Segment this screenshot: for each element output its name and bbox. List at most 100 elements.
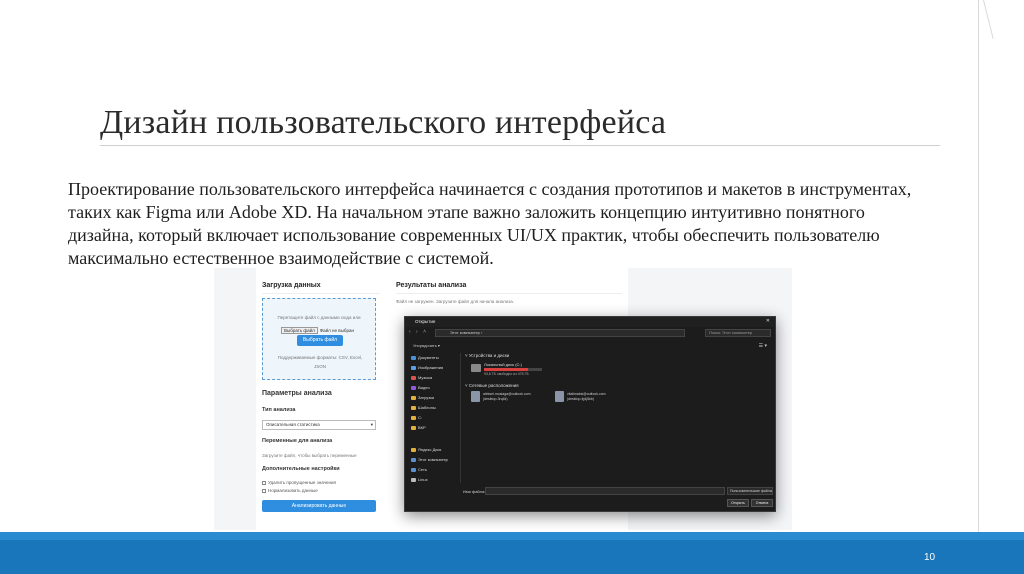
dialog-sidebar-item[interactable]: Музыка xyxy=(411,375,432,380)
drive-free-space: 93,6 ГБ свободно из 475 ГБ xyxy=(484,372,529,376)
dialog-sidebar-label: Загрузки xyxy=(418,395,435,400)
slide-body-text: Проектирование пользовательского интерфе… xyxy=(68,179,912,268)
results-heading: Результаты анализа xyxy=(396,282,467,289)
dialog-search-input[interactable]: Поиск: Этот компьютер xyxy=(705,329,771,337)
analysis-type-select[interactable]: Описательная статистика ▾ xyxy=(262,420,376,430)
filename-input[interactable] xyxy=(485,487,725,495)
params-heading: Параметры анализа xyxy=(262,390,332,397)
drive-usage-fill xyxy=(484,368,528,371)
dialog-sidebar-item[interactable]: Изображения xyxy=(411,365,443,370)
no-file-text: Файл не выбран xyxy=(319,328,354,333)
drive-usage-bar xyxy=(484,368,542,371)
extra-settings-label: Дополнительные настройки xyxy=(262,466,340,472)
choose-file-native-button[interactable]: Выбрать файл xyxy=(281,327,318,334)
dialog-sidebar-item[interactable]: Linux xyxy=(411,477,428,482)
dialog-sidebar-label: Linux xyxy=(418,477,428,482)
dialog-sidebar-item[interactable]: Видео xyxy=(411,385,430,390)
variables-note: Загрузите файл, чтобы выбрать переменные xyxy=(262,453,357,458)
network-location-2-line2: (desktop-fg4j5kb) xyxy=(567,397,595,401)
dialog-sidebar-item[interactable]: Сеть xyxy=(411,467,427,472)
folder-icon xyxy=(411,477,416,482)
folder-icon xyxy=(411,415,416,420)
network-location-2[interactable]: vitalimaksi@outlook.com (desktop-fg4j5kb… xyxy=(555,391,635,407)
file-open-dialog: Открытие ✕ ‹ › ˄ Этот компьютер › Поиск:… xyxy=(404,316,776,512)
drive-c-item[interactable]: Локальный диск (C:) 93,6 ГБ свободно из … xyxy=(471,362,561,378)
file-dropzone[interactable]: Перетащите файл с данными сюда или Выбра… xyxy=(262,298,376,380)
variables-label: Переменные для анализа xyxy=(262,438,333,444)
dialog-sidebar-label: Изображения xyxy=(418,365,444,370)
dialog-title: Открытие xyxy=(415,319,436,324)
title-divider xyxy=(100,145,940,146)
slide-title: Дизайн пользовательского интерфейса xyxy=(100,104,667,141)
dialog-sidebar-item[interactable]: C: xyxy=(411,415,422,420)
organize-menu[interactable]: Упорядочить ▾ xyxy=(413,343,440,348)
checkbox-box[interactable] xyxy=(262,480,266,485)
devices-group-header[interactable]: ˅ Устройства и диски xyxy=(465,353,509,358)
cancel-button[interactable]: Отмена xyxy=(751,499,773,507)
dialog-sidebar-item[interactable]: Загрузки xyxy=(411,395,434,400)
dialog-sidebar-item[interactable]: Яндекс Диск xyxy=(411,447,441,452)
filename-label: Имя файла: xyxy=(463,489,486,494)
dialog-titlebar: Открытие ✕ xyxy=(405,317,775,327)
supported-formats: Поддерживаемые форматы: CSV, Excel, JSON xyxy=(273,353,367,371)
dialog-sidebar-label: Документы xyxy=(418,355,439,360)
remove-missing-checkbox[interactable]: Удалить пропущенные значения xyxy=(262,480,336,485)
view-options-icon[interactable]: ☰ ▾ xyxy=(759,343,767,349)
folder-icon xyxy=(411,425,416,430)
dialog-sidebar-label: Сеть xyxy=(418,467,427,472)
dialog-sidebar-label: Шаблоны xyxy=(418,405,436,410)
folder-icon xyxy=(411,395,416,400)
normalize-checkbox[interactable]: Нормализовать данные xyxy=(262,488,318,493)
choose-file-button[interactable]: Выбрать файл xyxy=(297,335,343,346)
dialog-sidebar-item[interactable]: Шаблоны xyxy=(411,405,436,410)
dialog-sidebar-item[interactable]: Документы xyxy=(411,355,439,360)
folder-icon xyxy=(411,375,416,380)
dialog-sidebar-label: Музыка xyxy=(418,375,433,380)
close-icon[interactable]: ✕ xyxy=(766,318,770,324)
drive-icon xyxy=(471,364,481,372)
address-bar[interactable]: Этот компьютер › xyxy=(435,329,685,337)
analysis-type-label: Тип анализа xyxy=(262,407,296,413)
dialog-sidebar-label: C: xyxy=(418,415,422,420)
folder-icon xyxy=(411,365,416,370)
folder-icon xyxy=(411,385,416,390)
folder-icon xyxy=(411,467,416,472)
drive-name: Локальный диск (C:) xyxy=(484,362,522,367)
upload-heading: Загрузка данных xyxy=(262,282,321,289)
open-button[interactable]: Открыть xyxy=(727,499,749,507)
results-note: Файл не загружен. Загрузите файл для нач… xyxy=(396,299,515,304)
dialog-sidebar-label: Этот компьютер xyxy=(418,457,448,462)
file-input-row[interactable]: Выбрать файл Файл не выбран xyxy=(281,327,354,334)
network-location-1-line2: (desktop-3rq4k) xyxy=(483,397,508,401)
footer-bar xyxy=(0,540,1024,574)
dialog-main-area: ˅ Устройства и диски Локальный диск (C:)… xyxy=(465,353,765,483)
network-location-2-name: vitalimaksi@outlook.com (desktop-fg4j5kb… xyxy=(567,392,606,402)
folder-icon xyxy=(411,447,416,452)
dropzone-hint: Перетащите файл с данными сюда или xyxy=(277,315,361,320)
embedded-app-screenshot: Загрузка данных Перетащите файл с данным… xyxy=(214,268,792,530)
network-group-header[interactable]: ˅ Сетевые расположения xyxy=(465,383,519,388)
upload-divider xyxy=(262,293,380,294)
chevron-down-icon: ▾ xyxy=(370,422,373,427)
folder-icon xyxy=(411,457,416,462)
checkbox-box[interactable] xyxy=(262,488,266,493)
network-drive-icon xyxy=(471,391,480,402)
dialog-sidebar-label: Яндекс Диск xyxy=(418,447,442,452)
results-divider xyxy=(396,293,622,294)
dialog-sidebar-item[interactable]: Этот компьютер xyxy=(411,457,448,462)
footer-accent-bar xyxy=(0,532,1024,540)
formats-line-1: Поддерживаемые форматы: CSV, Excel, xyxy=(277,355,363,360)
folder-icon xyxy=(411,355,416,360)
dialog-sidebar: Документы Изображения Музыка Видео Загрузки Ш… xyxy=(411,353,461,483)
dialog-sidebar-label: ВКР xyxy=(418,425,426,430)
upload-panel: Загрузка данных Перетащите файл с данным… xyxy=(256,268,390,530)
slide-corner-frame xyxy=(978,0,1024,574)
dialog-sidebar-item[interactable]: ВКР xyxy=(411,425,426,430)
network-location-1[interactable]: aleksei.mosiaga@outlook.com (desktop-3rq… xyxy=(471,391,551,407)
analyze-button[interactable]: Анализировать данные xyxy=(262,500,376,512)
folder-icon xyxy=(411,405,416,410)
dialog-sidebar-label: Видео xyxy=(418,385,430,390)
file-type-select[interactable]: Пользовательские файлы xyxy=(727,487,773,495)
analysis-type-value: Описательная статистика xyxy=(266,422,320,427)
nav-arrows-icon[interactable]: ‹ › ˄ xyxy=(409,329,428,335)
